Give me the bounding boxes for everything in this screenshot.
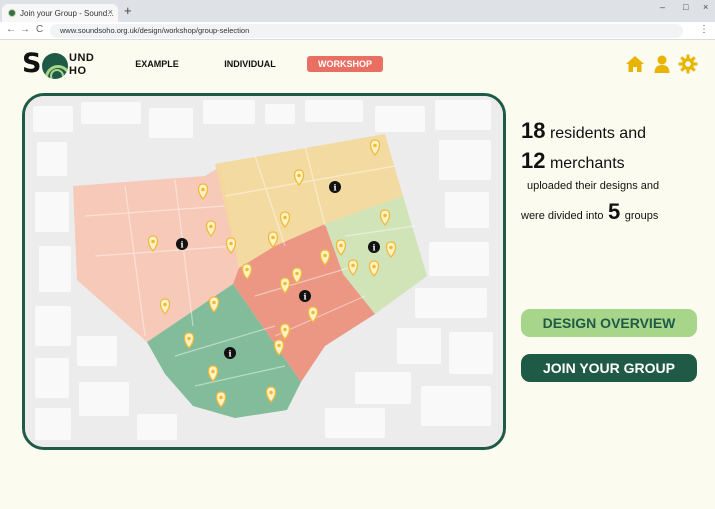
nav-example[interactable]: EXAMPLE (130, 56, 184, 72)
favicon-icon (8, 9, 16, 17)
map-canvas: i i i i i (25, 96, 503, 447)
merchants-count: 12 (521, 148, 546, 173)
location-pin-dot (323, 253, 327, 258)
location-pin-dot (389, 245, 393, 250)
logo-text-top: UND (69, 52, 95, 64)
svg-text:i: i (372, 243, 375, 253)
tab-close-icon[interactable]: × (108, 7, 113, 17)
forward-button[interactable]: → (20, 24, 30, 35)
nav-workshop[interactable]: WORKSHOP (307, 56, 383, 72)
browser-menu-icon[interactable]: ⋮ (699, 24, 709, 35)
location-pin-dot (209, 224, 213, 229)
info-marker-yellow[interactable]: i (329, 181, 341, 193)
info-marker-dark-green[interactable]: i (224, 347, 236, 359)
location-pin-dot (211, 369, 215, 374)
logo-text-bottom: HO (69, 65, 87, 77)
maximize-button[interactable]: □ (683, 2, 688, 12)
svg-text:i: i (333, 183, 336, 193)
location-pin-dot (351, 263, 355, 268)
location-pin-dot (339, 243, 343, 248)
join-your-group-button[interactable]: JOIN YOUR GROUP (521, 354, 697, 382)
logo-wave-icon (42, 53, 68, 79)
residents-line: 18 residents and (521, 118, 646, 144)
groups-line: were divided into 5 groups (521, 199, 658, 225)
groups-count: 5 (608, 199, 621, 224)
location-pin-dot (295, 271, 299, 276)
location-pin-dot (283, 281, 287, 286)
location-pin-dot (297, 173, 301, 178)
close-window-button[interactable]: × (703, 2, 708, 12)
address-bar: ← → C www.soundsoho.org.uk/design/worksh… (0, 22, 715, 40)
design-overview-button[interactable]: DESIGN OVERVIEW (521, 309, 697, 337)
svg-text:i: i (303, 292, 306, 302)
new-tab-button[interactable]: + (124, 3, 132, 18)
uploaded-text: uploaded their designs and (527, 180, 660, 192)
home-icon[interactable] (625, 54, 645, 74)
residents-label: residents and (549, 125, 646, 142)
location-pin-dot (245, 267, 249, 272)
browser-tab-bar: Join your Group - Sound... × + – □ × (0, 0, 715, 22)
soundsoho-logo[interactable]: S UND HO (22, 48, 102, 80)
url-input[interactable]: www.soundsoho.org.uk/design/workshop/gro… (50, 24, 683, 38)
info-marker-light-green[interactable]: i (368, 241, 380, 253)
reload-button[interactable]: C (36, 24, 43, 35)
groups-label: groups (624, 210, 659, 222)
user-icon[interactable] (652, 54, 672, 74)
logo-letter: S (22, 48, 42, 79)
nav-individual[interactable]: INDIVIDUAL (218, 56, 282, 72)
residents-count: 18 (521, 118, 546, 143)
location-pin-dot (373, 143, 377, 148)
location-pin-dot (372, 264, 376, 269)
back-button[interactable]: ← (6, 24, 16, 35)
browser-tab[interactable]: Join your Group - Sound... × (2, 4, 118, 22)
location-pin-dot (201, 187, 205, 192)
minimize-button[interactable]: – (660, 2, 665, 12)
location-pin-dot (219, 395, 223, 400)
svg-text:i: i (180, 240, 183, 250)
info-marker-red[interactable]: i (299, 290, 311, 302)
location-pin-dot (163, 302, 167, 307)
merchants-label: merchants (549, 155, 625, 172)
location-pin-dot (277, 343, 281, 348)
divided-text: were divided into (521, 210, 604, 222)
location-pin-dot (229, 241, 233, 246)
location-pin-dot (283, 215, 287, 220)
location-pin-dot (187, 336, 191, 341)
info-marker-pink[interactable]: i (176, 238, 188, 250)
location-pin-dot (383, 213, 387, 218)
location-pin-dot (212, 300, 216, 305)
svg-text:i: i (228, 349, 231, 359)
merchants-line: 12 merchants (521, 148, 625, 174)
tab-title: Join your Group - Sound... (20, 8, 114, 18)
location-pin-dot (151, 239, 155, 244)
group-map[interactable]: i i i i i (22, 93, 506, 450)
location-pin-dot (311, 310, 315, 315)
location-pin-dot (283, 327, 287, 332)
gear-icon[interactable] (678, 54, 698, 74)
location-pin-dot (271, 235, 275, 240)
location-pin-dot (269, 390, 273, 395)
